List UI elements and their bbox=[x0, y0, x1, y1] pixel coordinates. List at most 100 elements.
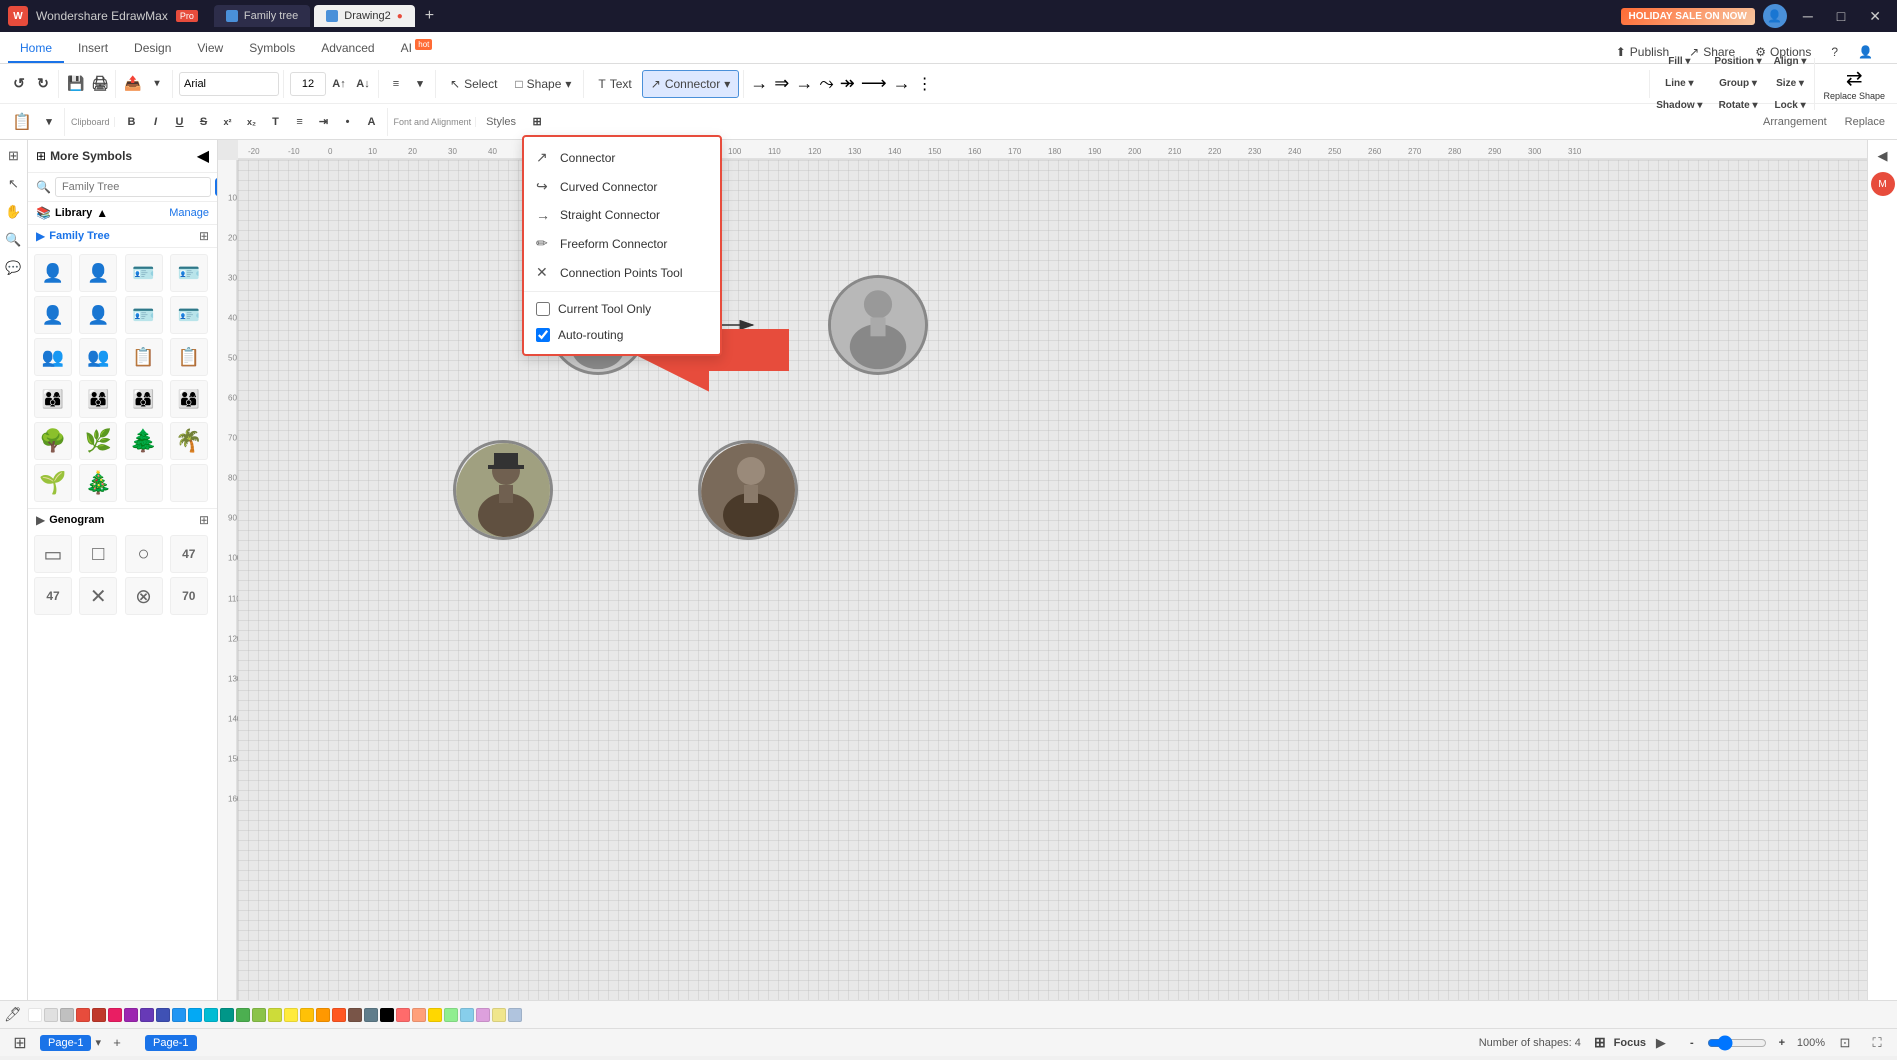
align-left-btn[interactable]: ≡ bbox=[385, 73, 407, 95]
arrow-style-4[interactable]: ⤳ bbox=[819, 73, 833, 94]
color-swatch[interactable] bbox=[444, 1008, 458, 1022]
color-swatch[interactable] bbox=[476, 1008, 490, 1022]
connector-option-connection-points[interactable]: ✕ Connection Points Tool bbox=[524, 258, 720, 287]
symbol-empty-1[interactable] bbox=[125, 464, 163, 502]
color-swatch[interactable] bbox=[396, 1008, 410, 1022]
fill-button[interactable]: Fill ▾ bbox=[1664, 51, 1694, 73]
sidebar-collapse-button[interactable]: ◀ bbox=[197, 146, 209, 166]
rotate-button[interactable]: Rotate ▾ bbox=[1715, 95, 1762, 117]
person-circle-4[interactable] bbox=[698, 440, 798, 540]
symbol-id-2[interactable]: 🪪 bbox=[170, 296, 208, 334]
redo-button[interactable]: ↻ bbox=[32, 73, 54, 95]
canvas-area[interactable]: -20 -10 0 10 20 30 40 50 60 70 80 90 100… bbox=[218, 140, 1867, 1000]
color-dropper-icon[interactable]: 🖊 bbox=[4, 1006, 22, 1023]
zoom-out-button[interactable]: - bbox=[1681, 1032, 1703, 1054]
ribbon-tab-view[interactable]: View bbox=[185, 35, 235, 63]
color-swatch[interactable] bbox=[28, 1008, 42, 1022]
manage-link[interactable]: Manage bbox=[169, 207, 209, 219]
auto-routing-checkbox[interactable]: Auto-routing bbox=[524, 322, 720, 348]
superscript-button[interactable]: x₂ bbox=[241, 111, 263, 133]
indent-button[interactable]: ⇥ bbox=[313, 111, 335, 133]
lock-button[interactable]: Lock ▾ bbox=[1770, 95, 1809, 117]
current-tool-only-input[interactable] bbox=[536, 302, 550, 316]
symbol-family-3[interactable]: 👨‍👩‍👦 bbox=[125, 380, 163, 418]
paste-button[interactable]: 📋 bbox=[8, 108, 36, 136]
connector-option-freeform[interactable]: ✏ Freeform Connector bbox=[524, 229, 720, 258]
sb-page-dropdown-icon[interactable]: ▾ bbox=[95, 1036, 101, 1049]
symbol-tree-6[interactable]: 🎄 bbox=[79, 464, 117, 502]
fit-page-button[interactable]: ⊡ bbox=[1833, 1031, 1857, 1055]
arrow-style-7[interactable]: → bbox=[893, 73, 911, 94]
genogram-options-icon[interactable]: ⊞ bbox=[199, 513, 209, 527]
ribbon-tab-symbols[interactable]: Symbols bbox=[237, 35, 307, 63]
color-swatch[interactable] bbox=[92, 1008, 106, 1022]
rp-logo-button[interactable]: M bbox=[1871, 172, 1895, 196]
person-circle-3[interactable] bbox=[453, 440, 553, 540]
family-tree-title[interactable]: Family Tree bbox=[49, 230, 195, 242]
symbol-tree-3[interactable]: 🌲 bbox=[125, 422, 163, 460]
group-button[interactable]: Group ▾ bbox=[1715, 73, 1761, 95]
arrow-style-5[interactable]: ↠ bbox=[840, 73, 855, 94]
align-button[interactable]: Align ▾ bbox=[1770, 51, 1811, 73]
arrow-style-1[interactable]: → bbox=[750, 73, 768, 94]
font-family-input[interactable] bbox=[179, 72, 279, 96]
symbol-woman-1[interactable]: 👤 bbox=[79, 254, 117, 292]
symbol-family-1[interactable]: 👨‍👩‍👦 bbox=[34, 380, 72, 418]
symbol-tree-2[interactable]: 🌿 bbox=[79, 422, 117, 460]
family-tree-options-icon[interactable]: ⊞ bbox=[199, 229, 209, 243]
text-style-btn[interactable]: T bbox=[265, 111, 287, 133]
connector-option-straight[interactable]: → Straight Connector bbox=[524, 201, 720, 229]
text-color-button[interactable]: A bbox=[361, 111, 383, 133]
color-swatch[interactable] bbox=[508, 1008, 522, 1022]
strikethrough-button[interactable]: S bbox=[193, 111, 215, 133]
symbol-tree-5[interactable]: 🌱 bbox=[34, 464, 72, 502]
styles-expand-button[interactable]: ⊞ bbox=[526, 111, 548, 133]
subscript-button[interactable]: x² bbox=[217, 111, 239, 133]
list-button[interactable]: ≡ bbox=[289, 111, 311, 133]
color-swatch[interactable] bbox=[60, 1008, 74, 1022]
size-button[interactable]: Size ▾ bbox=[1772, 73, 1808, 95]
vt-zoom-button[interactable]: 🔍 bbox=[2, 228, 26, 252]
arrow-style-2[interactable]: ⇒ bbox=[774, 73, 789, 94]
layers-button[interactable]: ⊞ bbox=[1589, 1032, 1611, 1054]
symbol-empty-2[interactable] bbox=[170, 464, 208, 502]
geno-circle[interactable]: ○ bbox=[125, 535, 163, 573]
add-page-button[interactable]: + bbox=[105, 1031, 129, 1055]
ribbon-tab-ai[interactable]: AI hot bbox=[389, 34, 445, 63]
arrow-style-3[interactable]: → bbox=[795, 73, 813, 94]
select-tool-button[interactable]: ↖ Select bbox=[442, 70, 505, 98]
current-tool-only-checkbox[interactable]: Current Tool Only bbox=[524, 296, 720, 322]
font-size-input[interactable] bbox=[290, 72, 326, 96]
color-swatch[interactable] bbox=[124, 1008, 138, 1022]
rp-expand-button[interactable]: ◀ bbox=[1871, 144, 1895, 168]
symbol-family-4[interactable]: 👨‍👩‍👦 bbox=[170, 380, 208, 418]
color-swatch[interactable] bbox=[188, 1008, 202, 1022]
ribbon-tab-advanced[interactable]: Advanced bbox=[309, 35, 386, 63]
symbol-card-3[interactable]: 📋 bbox=[125, 338, 163, 376]
color-swatch[interactable] bbox=[332, 1008, 346, 1022]
symbol-family-2[interactable]: 👨‍👩‍👦 bbox=[79, 380, 117, 418]
tab-family-tree[interactable]: Family tree bbox=[214, 5, 310, 27]
line-button[interactable]: Line ▾ bbox=[1661, 73, 1697, 95]
color-swatch[interactable] bbox=[140, 1008, 154, 1022]
arrow-expand-btn[interactable]: ⋮ bbox=[917, 74, 933, 94]
underline-button[interactable]: U bbox=[169, 111, 191, 133]
vt-grid-button[interactable]: ⊞ bbox=[2, 144, 26, 168]
symbol-person-card-2[interactable]: 🪪 bbox=[170, 254, 208, 292]
symbol-woman-2[interactable]: 👤 bbox=[79, 296, 117, 334]
add-tab-button[interactable]: + bbox=[419, 5, 440, 27]
symbol-man-1[interactable]: 👤 bbox=[34, 254, 72, 292]
export-dropdown[interactable]: ▾ bbox=[146, 73, 168, 95]
symbol-tree-1[interactable]: 🌳 bbox=[34, 422, 72, 460]
ribbon-tab-design[interactable]: Design bbox=[122, 35, 183, 63]
connector-option-curved[interactable]: ↪ Curved Connector bbox=[524, 172, 720, 201]
print-button[interactable]: 🖨 bbox=[89, 73, 111, 95]
person-circle-2[interactable] bbox=[828, 275, 928, 375]
vt-comment-button[interactable]: 💬 bbox=[2, 256, 26, 280]
holiday-sale-banner[interactable]: HOLIDAY SALE ON NOW bbox=[1621, 8, 1755, 25]
color-swatch[interactable] bbox=[76, 1008, 90, 1022]
geno-num-47[interactable]: 47 bbox=[170, 535, 208, 573]
color-swatch[interactable] bbox=[380, 1008, 394, 1022]
close-button[interactable]: ✕ bbox=[1861, 6, 1889, 27]
text-tool-button[interactable]: T Text bbox=[590, 70, 639, 98]
